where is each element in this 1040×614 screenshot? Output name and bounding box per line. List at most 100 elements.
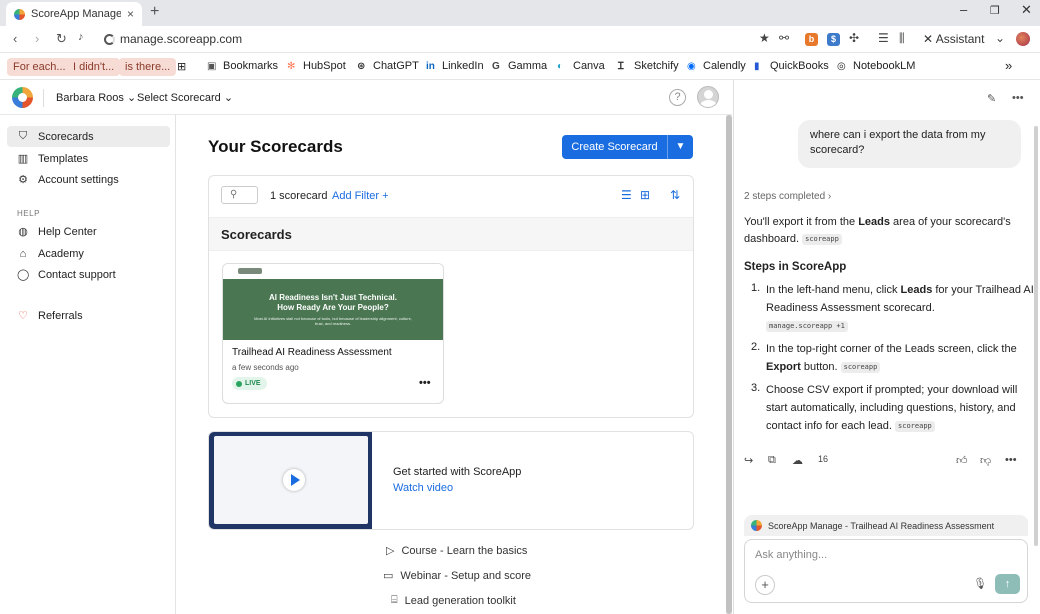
source-tag[interactable]: scoreapp: [802, 233, 842, 245]
copy-icon[interactable]: ⧉: [768, 454, 776, 467]
page-context-pill[interactable]: ScoreApp Manage - Trailhead AI Readiness…: [744, 515, 1028, 536]
bookmark-hubspot[interactable]: ✻ HubSpot: [287, 60, 346, 72]
more-options-icon[interactable]: •••: [1012, 92, 1024, 104]
bookmark-quickbooks[interactable]: ▮ QuickBooks: [754, 60, 829, 72]
bookmarks-overflow-button[interactable]: »: [1005, 58, 1012, 73]
tab-close-icon[interactable]: ×: [127, 7, 134, 21]
bookmark-chip[interactable]: is there...: [119, 58, 177, 76]
resource-link-course[interactable]: ▷ Course - Learn the basics: [386, 544, 527, 558]
step-bold: Leads: [900, 284, 933, 296]
site-info-icon[interactable]: [104, 33, 115, 45]
list-view-icon[interactable]: ☰: [621, 188, 632, 202]
assistant-scrollbar[interactable]: [1034, 126, 1038, 546]
browser-tab[interactable]: ScoreApp Manage - Trail ×: [6, 2, 142, 26]
star-icon[interactable]: ★: [759, 31, 770, 45]
sidebar-item-academy[interactable]: ⌂ Academy: [7, 243, 170, 264]
help-icon[interactable]: ?: [669, 89, 686, 106]
user-menu[interactable]: Barbara Roos ⌄: [56, 91, 136, 104]
source-tag[interactable]: scoreapp: [840, 361, 881, 373]
bookmark-gamma[interactable]: G Gamma: [492, 60, 547, 72]
edit-icon[interactable]: ✎: [987, 92, 996, 105]
chevron-down-icon[interactable]: ⌄: [995, 31, 1005, 45]
forward-icon[interactable]: ›: [35, 31, 39, 46]
audio-wave-icon[interactable]: ⫼: [899, 31, 905, 46]
watch-video-link[interactable]: Watch video: [393, 482, 453, 494]
main-scrollbar[interactable]: [726, 115, 732, 614]
more-options-icon[interactable]: •••: [419, 377, 431, 389]
close-window-button[interactable]: ✕: [1021, 2, 1032, 18]
sidebar-item-referrals[interactable]: ♡ Referrals: [7, 305, 170, 326]
reload-icon[interactable]: ↻: [56, 31, 67, 47]
grid-view-icon[interactable]: ⊞: [640, 188, 650, 202]
bookmark-canva[interactable]: ◐ Canva: [557, 60, 605, 72]
chat-bubble-icon: ◯: [17, 269, 30, 281]
resource-link-webinar[interactable]: ▭ Webinar - Setup and score: [383, 569, 532, 583]
thumbs-up-icon[interactable]: 👍︎: [956, 454, 968, 467]
bookmark-label: Canva: [573, 60, 605, 72]
canva-icon: ◐: [557, 60, 564, 72]
bookmark-chip[interactable]: For each...: [7, 58, 72, 76]
bookmark-notebooklm[interactable]: ◎ NotebookLM: [837, 60, 915, 72]
resource-link-toolkit[interactable]: ⌸ Lead generation toolkit: [391, 594, 516, 607]
gear-icon: ⚙: [18, 174, 28, 186]
send-button[interactable]: ↑: [995, 574, 1020, 594]
extension-b-icon[interactable]: b: [805, 33, 818, 46]
apps-grid-icon[interactable]: ⊞: [177, 60, 186, 73]
bookmark-calendly[interactable]: ◉ Calendly: [687, 60, 746, 72]
sort-icon[interactable]: ⇅: [670, 188, 680, 202]
video-thumbnail[interactable]: [209, 432, 372, 529]
create-scorecard-button[interactable]: Create Scorecard ▼: [562, 135, 693, 159]
create-options-chevron-icon[interactable]: ▼: [667, 135, 693, 159]
sources-count[interactable]: 16: [818, 454, 828, 464]
extensions-puzzle-icon[interactable]: ✣: [849, 31, 859, 45]
bookmark-chip[interactable]: I didn't...: [67, 58, 121, 76]
resource-label: Webinar - Setup and score: [400, 569, 532, 582]
scorecard-card[interactable]: AI Readiness Isn't Just Technical. How R…: [222, 263, 444, 404]
add-filter-button[interactable]: Add Filter +: [332, 190, 389, 202]
source-tag[interactable]: manage.scoreapp +1: [766, 320, 848, 332]
more-options-icon[interactable]: •••: [1005, 454, 1017, 466]
bookmark-sketchify[interactable]: Ɪ Sketchify: [618, 60, 679, 72]
thumbs-down-icon[interactable]: 👎︎: [980, 454, 991, 467]
add-attachment-button[interactable]: +: [755, 575, 775, 595]
bookmark-linkedin[interactable]: in LinkedIn: [426, 60, 484, 72]
getting-started-card: Get started with ScoreApp Watch video: [208, 431, 694, 530]
sidebar-item-account-settings[interactable]: ⚙ Account settings: [7, 169, 170, 190]
scoreapp-logo[interactable]: [12, 87, 33, 108]
sidebar-item-help-center[interactable]: ◍ Help Center: [7, 221, 170, 242]
microphone-icon[interactable]: 🎙︎: [973, 577, 987, 590]
minimize-button[interactable]: –: [960, 2, 967, 17]
new-tab-button[interactable]: +: [150, 3, 159, 21]
assistant-toggle-button[interactable]: ✕ Assistant: [923, 32, 984, 46]
maximize-button[interactable]: ❐: [990, 4, 1000, 17]
reading-list-icon[interactable]: ☰: [878, 31, 889, 45]
assistant-label: Assistant: [935, 32, 985, 46]
steps-completed-toggle[interactable]: 2 steps completed ›: [744, 191, 831, 202]
bookmark-label: NotebookLM: [853, 60, 916, 72]
bookmark-chatgpt[interactable]: ⊛ ChatGPT: [357, 60, 419, 72]
main-scrollbar-thumb[interactable]: [726, 115, 732, 614]
sidebar-item-scorecards[interactable]: ⛉ Scorecards: [7, 126, 170, 147]
sources-icon[interactable]: ☁: [792, 454, 803, 467]
user-avatar[interactable]: [697, 86, 719, 108]
link-icon[interactable]: ⚯: [779, 31, 789, 45]
notebooklm-icon: ◎: [837, 60, 846, 72]
step-item: In the top-right corner of the Leads scr…: [766, 340, 1036, 376]
source-tag[interactable]: scoreapp: [895, 420, 935, 432]
sidebar-item-templates[interactable]: ▥ Templates: [7, 148, 170, 169]
ask-anything-input[interactable]: [755, 549, 1005, 561]
address-bar[interactable]: manage.scoreapp.com: [104, 32, 242, 46]
chatgpt-icon: ⊛: [357, 60, 366, 72]
microphone-icon[interactable]: ♪: [78, 31, 84, 43]
quickbooks-icon: ▮: [754, 60, 760, 72]
select-scorecard-menu[interactable]: Select Scorecard ⌄: [137, 91, 233, 104]
back-icon[interactable]: ‹: [13, 31, 17, 46]
sidebar-item-contact-support[interactable]: ◯ Contact support: [7, 264, 170, 285]
sidebar-item-label: Contact support: [38, 268, 116, 281]
play-icon[interactable]: [283, 469, 305, 491]
search-input[interactable]: ⚲: [221, 186, 258, 204]
bookmark-bookmarks[interactable]: ▣ Bookmarks: [207, 60, 278, 72]
extension-dollar-icon[interactable]: $: [827, 33, 840, 46]
share-icon[interactable]: ↪: [744, 454, 753, 467]
profile-avatar[interactable]: [1016, 32, 1030, 46]
